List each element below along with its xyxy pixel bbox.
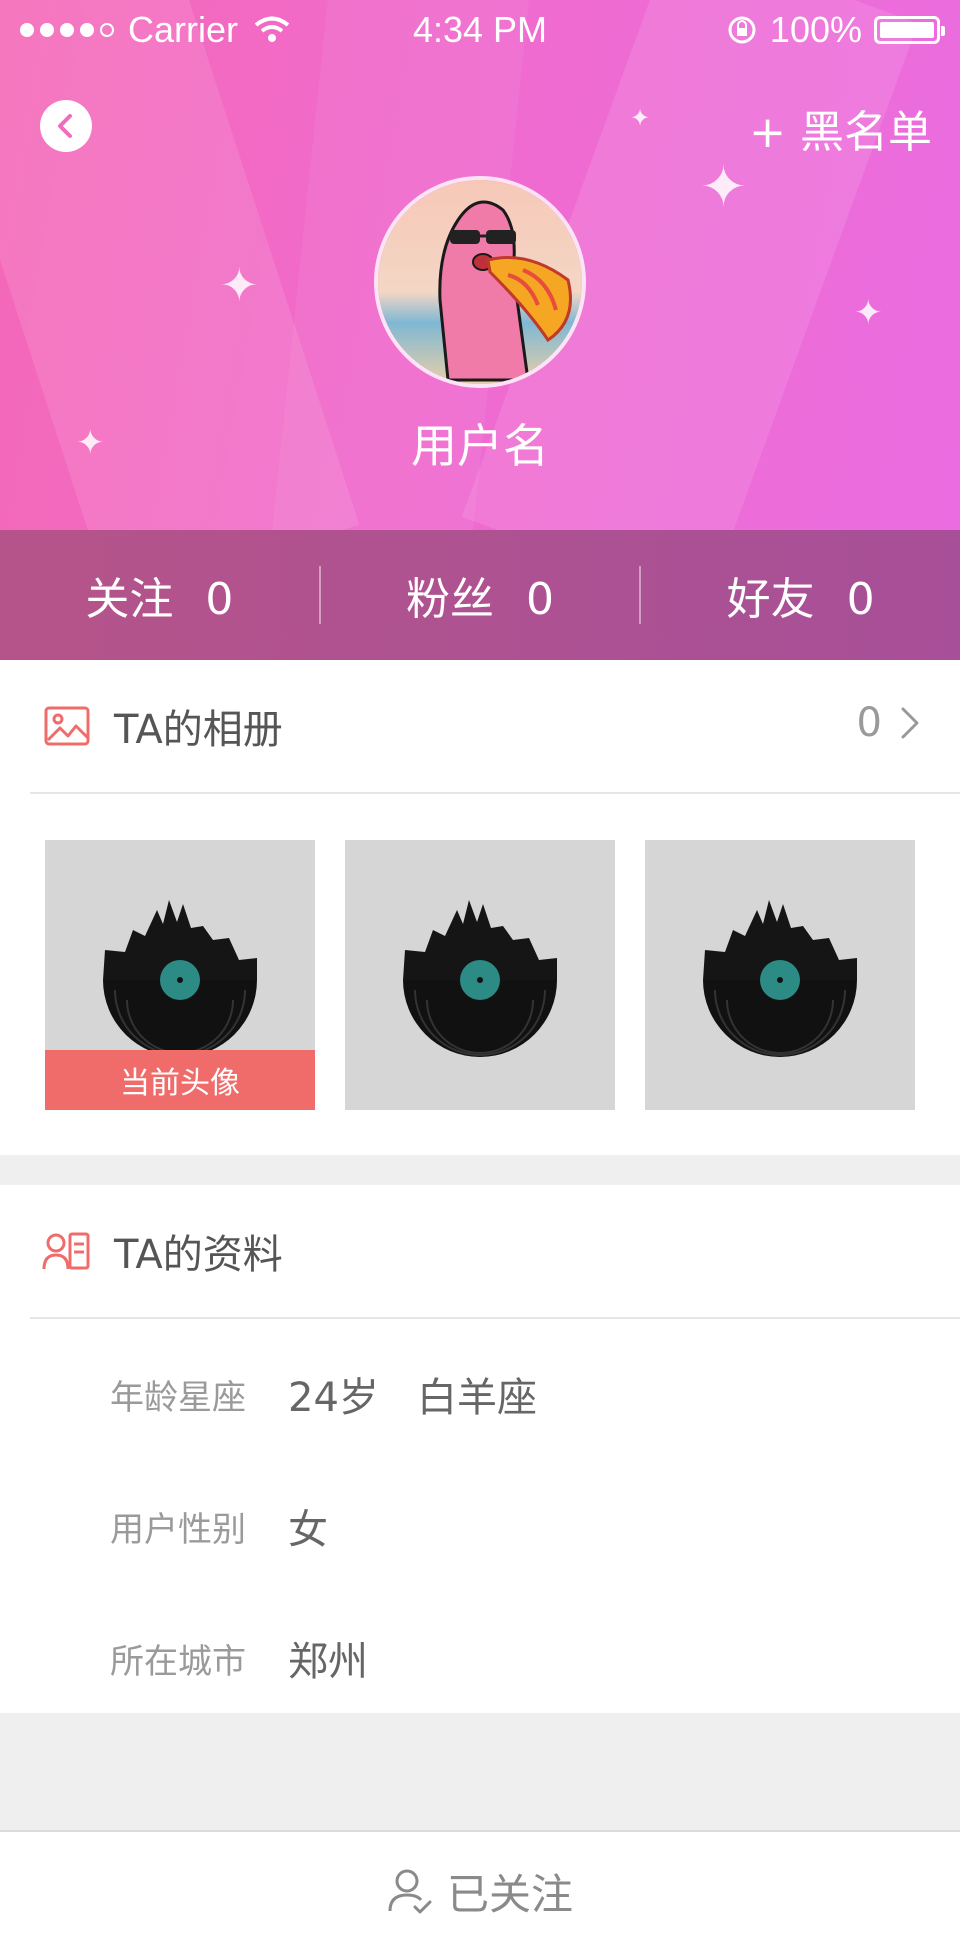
avatar-image	[378, 180, 582, 384]
username: 用户名	[411, 419, 549, 473]
album-count-link[interactable]: 0	[857, 700, 920, 746]
album-section: TA的相册 0 当前头像	[0, 660, 960, 1155]
profile-header: ✦ ✦ ✦ ✦ ✦ Carrier 4:34 PM 100% + 黑名单 用户名	[0, 0, 960, 530]
stat-label: 粉丝	[406, 574, 494, 625]
sparkle-icon: ✦	[630, 104, 651, 132]
followed-button[interactable]: 已关注	[0, 1830, 960, 1950]
info-row-gender: 用户性别 女	[110, 1497, 328, 1555]
stat-label: 好友	[726, 574, 815, 625]
info-value: 24岁 白羊座	[288, 1375, 538, 1421]
stat-value: 0	[846, 574, 875, 625]
stat-fans[interactable]: 粉丝 0	[321, 563, 640, 627]
info-value: 郑州	[288, 1639, 368, 1685]
stat-following[interactable]: 关注 0	[0, 563, 319, 627]
info-value: 女	[288, 1507, 328, 1553]
sparkle-icon: ✦	[700, 155, 747, 220]
info-label: 年龄星座	[110, 1377, 246, 1418]
followed-label: 已关注	[446, 1869, 573, 1919]
battery-icon	[874, 16, 945, 44]
rotation-lock-icon	[728, 16, 756, 44]
sparkle-icon: ✦	[220, 258, 259, 312]
album-header[interactable]: TA的相册	[30, 660, 960, 794]
info-row-age: 年龄星座 24岁 白羊座	[110, 1365, 537, 1423]
user-check-icon	[388, 1869, 432, 1914]
current-avatar-badge: 当前头像	[45, 1050, 315, 1110]
profile-section: TA的资料 年龄星座 24岁 白羊座 用户性别 女 所在城市 郑州	[0, 1185, 960, 1713]
stat-value: 0	[526, 574, 554, 625]
profile-header: TA的资料	[30, 1185, 960, 1319]
add-blacklist-button[interactable]: + 黑名单	[749, 96, 932, 160]
back-button[interactable]	[40, 100, 92, 152]
info-label: 用户性别	[110, 1509, 246, 1550]
album-photo[interactable]: 当前头像	[45, 840, 315, 1110]
album-title: TA的相册	[114, 707, 283, 753]
album-photo[interactable]	[645, 840, 915, 1110]
stat-friends[interactable]: 好友 0	[641, 563, 960, 627]
album-photo[interactable]	[345, 840, 615, 1110]
profile-card-icon	[42, 1232, 90, 1270]
info-label: 所在城市	[110, 1641, 246, 1682]
stats-bar: 关注 0 粉丝 0 好友 0	[0, 530, 960, 660]
status-bar: Carrier 4:34 PM 100%	[0, 0, 960, 60]
chevron-left-icon	[58, 114, 72, 138]
stat-value: 0	[205, 574, 234, 625]
vinyl-castle-image	[403, 900, 557, 1057]
vinyl-castle-image	[703, 900, 857, 1057]
album-count: 0	[856, 700, 882, 746]
avatar[interactable]	[374, 176, 586, 388]
profile-title: TA的资料	[114, 1232, 283, 1278]
info-row-city: 所在城市 郑州	[110, 1629, 368, 1687]
picture-icon	[44, 706, 90, 746]
sparkle-icon: ✦	[854, 293, 883, 333]
battery-percent: 100%	[769, 9, 862, 50]
chevron-right-icon	[901, 707, 919, 739]
stat-label: 关注	[85, 574, 174, 625]
